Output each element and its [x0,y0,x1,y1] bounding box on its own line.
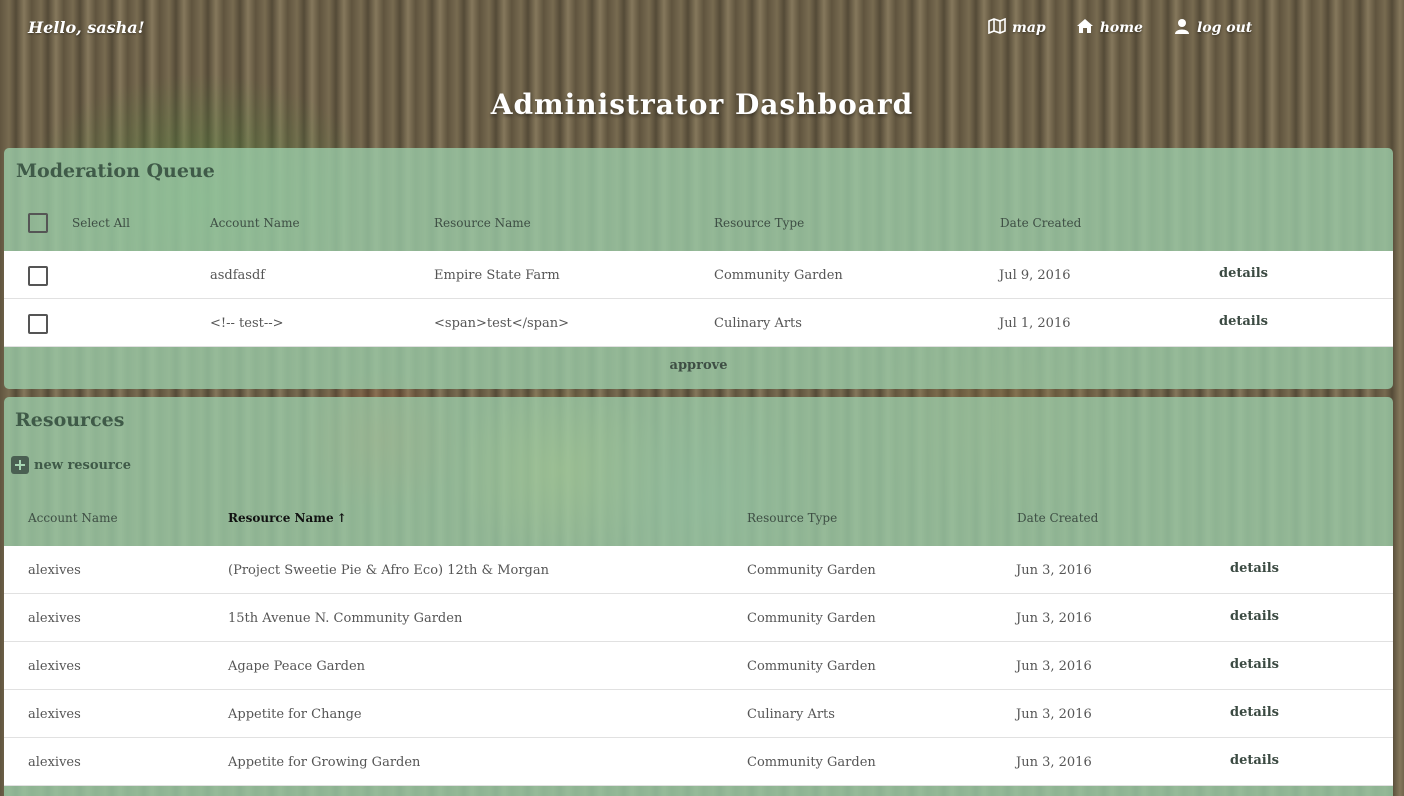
moderation-table-header: Select All Account Name Resource Name Re… [4,213,1393,236]
resource-name: Agape Peace Garden [228,659,366,674]
account-name: alexives [28,563,81,578]
account-name: <!-- test--> [210,316,284,331]
column-resource-name[interactable]: Resource Name [434,216,531,230]
account-name: alexives [28,755,81,770]
new-resource-label: new resource [34,457,132,473]
details-link[interactable]: details [1230,609,1279,624]
row-checkbox[interactable] [28,314,48,334]
date-created: Jun 3, 2016 [1016,755,1092,770]
top-nav: map home log out [988,17,1282,38]
moderation-queue-panel: Moderation Queue Select All Account Name… [4,148,1393,389]
table-row: <!-- test--> <span>test</span> Culinary … [4,299,1393,347]
column-date-created[interactable]: Date Created [1000,216,1081,230]
details-link[interactable]: details [1219,266,1268,281]
resource-type: Community Garden [747,755,876,770]
nav-logout-link[interactable]: log out [1173,18,1252,38]
table-row: alexives 15th Avenue N. Community Garden… [4,594,1393,642]
account-name: alexives [28,659,81,674]
new-resource-button[interactable]: new resource [11,456,131,474]
moderation-queue-title: Moderation Queue [16,160,215,182]
account-name: alexives [28,707,81,722]
resource-type: Community Garden [747,659,876,674]
date-created: Jun 3, 2016 [1016,707,1092,722]
select-all-checkbox[interactable] [28,213,48,233]
table-row: alexives Appetite for Change Culinary Ar… [4,690,1393,738]
approve-button[interactable]: approve [4,358,1393,373]
date-created: Jul 1, 2016 [999,316,1071,331]
column-resource-type[interactable]: Resource Type [714,216,804,230]
nav-home-label: home [1099,20,1143,36]
resource-type: Community Garden [747,611,876,626]
date-created: Jun 3, 2016 [1016,611,1092,626]
resource-name: Empire State Farm [434,268,560,283]
details-link[interactable]: details [1230,753,1279,768]
resource-name: Appetite for Change [228,707,362,722]
column-resource-name[interactable]: Resource Name ↑ [228,511,347,525]
table-row: alexives Appetite for Growing Garden Com… [4,738,1393,786]
greeting: Hello, sasha! [28,18,145,37]
resource-name: <span>test</span> [434,316,569,331]
account-name: alexives [28,611,81,626]
row-checkbox[interactable] [28,266,48,286]
select-all-label: Select All [72,216,130,230]
date-created: Jun 3, 2016 [1016,563,1092,578]
user-icon [1173,18,1191,38]
sort-ascending-icon: ↑ [336,511,347,525]
table-row: asdfasdf Empire State Farm Community Gar… [4,251,1393,299]
plus-square-icon [11,456,29,474]
column-resource-type[interactable]: Resource Type [747,511,837,525]
nav-home-link[interactable]: home [1076,18,1143,38]
details-link[interactable]: details [1219,314,1268,329]
resource-name: (Project Sweetie Pie & Afro Eco) 12th & … [228,563,550,578]
resource-type: Community Garden [747,563,876,578]
map-icon [988,17,1006,38]
details-link[interactable]: details [1230,657,1279,672]
column-account-name[interactable]: Account Name [28,511,118,525]
date-created: Jun 3, 2016 [1016,659,1092,674]
account-name: asdfasdf [210,268,266,283]
resource-type: Culinary Arts [747,707,835,722]
resources-panel: Resources new resource Account Name Reso… [4,397,1393,796]
column-resource-name-label: Resource Name [228,511,334,525]
table-row: alexives Agape Peace Garden Community Ga… [4,642,1393,690]
column-account-name[interactable]: Account Name [210,216,300,230]
page-title: Administrator Dashboard [490,88,914,121]
resource-type: Culinary Arts [714,316,802,331]
home-icon [1076,18,1094,38]
column-date-created[interactable]: Date Created [1017,511,1098,525]
resources-table-header: Account Name Resource Name ↑ Resource Typ… [4,511,1393,531]
nav-logout-label: log out [1196,20,1253,36]
top-bar: Hello, sasha! map home log out [0,0,1404,60]
date-created: Jul 9, 2016 [999,268,1071,283]
nav-map-link[interactable]: map [988,17,1046,38]
resource-name: 15th Avenue N. Community Garden [228,611,463,626]
resources-title: Resources [15,409,125,431]
resource-name: Appetite for Growing Garden [228,755,421,770]
table-row: alexives (Project Sweetie Pie & Afro Eco… [4,546,1393,594]
nav-map-label: map [1012,20,1046,36]
details-link[interactable]: details [1230,561,1279,576]
resource-type: Community Garden [714,268,843,283]
details-link[interactable]: details [1230,705,1279,720]
